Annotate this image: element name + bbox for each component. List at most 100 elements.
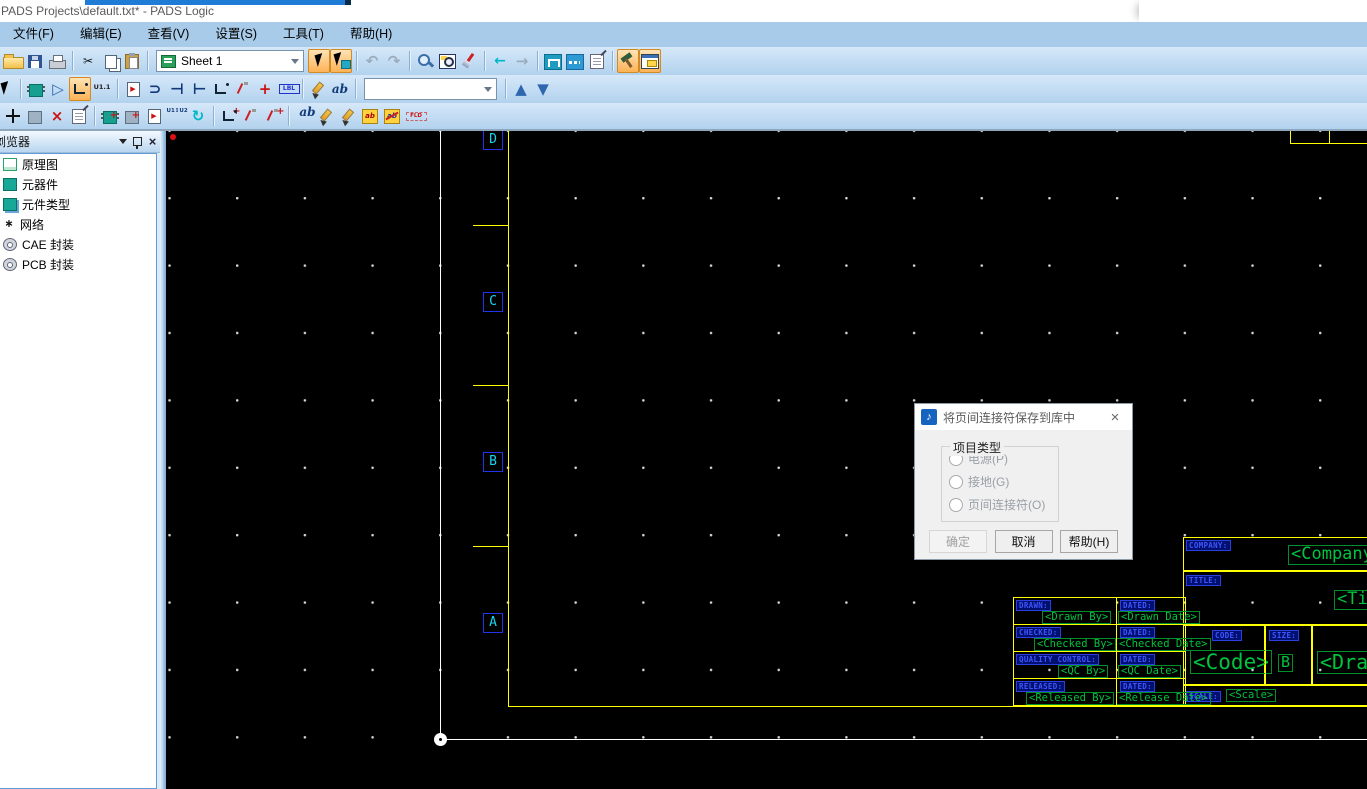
drawn-value: <Drawn By>	[1042, 611, 1112, 625]
wire-corner-button[interactable]	[210, 77, 232, 101]
toolbar-standard: ✂ Sheet 1 ↶ ↷ ← →	[0, 47, 1367, 75]
browser-item-cae-decals[interactable]: CAE 封装	[0, 234, 156, 254]
label-button[interactable]: LBL	[276, 77, 300, 101]
properties-button-2[interactable]	[68, 104, 90, 128]
size-label: SIZE:	[1269, 630, 1300, 641]
net-name-combo[interactable]	[364, 78, 497, 100]
move-down-button[interactable]: ▼	[532, 77, 554, 101]
title-block: COMPANY: <Company TITLE: <Tit CODE: <Cod…	[1013, 537, 1367, 706]
connection-select-button[interactable]	[330, 49, 352, 73]
row-tick-1	[473, 225, 508, 226]
panel-close-button[interactable]: ×	[145, 134, 160, 149]
new-sheet-button[interactable]: ▶	[143, 104, 165, 128]
browser-item-pcb-decals[interactable]: PCB 封装	[0, 254, 156, 274]
separator	[143, 49, 152, 73]
next-sheet-button[interactable]: →	[511, 49, 533, 73]
swap-pin-button[interactable]	[240, 104, 262, 128]
db-text-button[interactable]: ab	[359, 104, 381, 128]
text-button[interactable]: ab	[329, 77, 351, 101]
schematic-canvas[interactable]: D C B A COMPANY: <Company TITLE: <Tit CO…	[166, 131, 1367, 789]
junction-button[interactable]: +	[254, 77, 276, 101]
angled-wire-button[interactable]	[232, 77, 254, 101]
browser-item-components[interactable]: 元器件	[0, 174, 156, 194]
move-up-button[interactable]: ▲	[510, 77, 532, 101]
separator	[90, 104, 99, 128]
pads-layout-button[interactable]	[639, 49, 661, 73]
route-mode-button[interactable]	[564, 49, 586, 73]
copy-button[interactable]	[99, 49, 121, 73]
zoom-button[interactable]	[414, 49, 436, 73]
cancel-button[interactable]: 取消	[994, 530, 1053, 553]
delete-button[interactable]: ×	[46, 104, 68, 128]
field-label-button[interactable]	[307, 77, 329, 101]
title-bar[interactable]: PADS Projects\default.txt* - PADS Logic	[0, 0, 1367, 22]
redo-button[interactable]: ↷	[383, 49, 405, 73]
print-button[interactable]	[46, 49, 68, 73]
dialog-title: 将页间连接符保存到库中	[943, 410, 1076, 425]
move-button[interactable]	[2, 104, 24, 128]
save-button[interactable]	[24, 49, 46, 73]
released-row: RELEASED: <Released By> DATED: <Release …	[1013, 678, 1211, 706]
u11-pin-button[interactable]: U1.1	[91, 77, 113, 101]
separator	[284, 104, 293, 128]
previous-sheet-button[interactable]: ←	[489, 49, 511, 73]
menu-file[interactable]: 文件(F)	[0, 22, 67, 47]
menu-edit[interactable]: 编辑(E)	[67, 22, 135, 47]
pin-right-button[interactable]: ⊣	[188, 77, 210, 101]
select-pointer-button[interactable]	[0, 77, 16, 101]
sheet-selector[interactable]: Sheet 1	[156, 50, 304, 72]
add-gate-b-button[interactable]: +	[99, 104, 121, 128]
panel-header: 浏览器 ×	[0, 131, 160, 153]
rotate-button[interactable]: ↻	[187, 104, 209, 128]
menu-help[interactable]: 帮助(H)	[337, 22, 405, 47]
browser-item-nets[interactable]: ∗ 网络	[0, 214, 156, 234]
db-edit-button[interactable]: ab	[381, 104, 403, 128]
panel-menu-button[interactable]	[115, 134, 130, 149]
edit-text-button[interactable]	[315, 104, 337, 128]
renumber-pin-button[interactable]: +	[262, 104, 285, 128]
window-title: PADS Projects\default.txt* - PADS Logic	[1, 4, 214, 18]
selection-mode-button[interactable]	[308, 49, 330, 73]
add-connection-button[interactable]	[542, 49, 564, 73]
help-button[interactable]: 帮助(H)	[1060, 530, 1118, 553]
ok-button[interactable]: 确定	[929, 530, 987, 553]
browser-item-part-types[interactable]: 元件类型	[0, 194, 156, 214]
page-connector-button[interactable]: ▶	[122, 77, 144, 101]
open-button[interactable]	[2, 49, 24, 73]
add-part-button[interactable]	[25, 77, 47, 101]
paste-button[interactable]	[121, 49, 143, 73]
radio-ground[interactable]: 接地(G)	[942, 470, 1058, 493]
panel-title: 浏览器	[0, 135, 31, 149]
fld-button[interactable]: FLD	[403, 104, 427, 128]
pads-router-button[interactable]	[617, 49, 639, 73]
gate-symbol-button[interactable]: ⊃	[144, 77, 166, 101]
drawing-value: <Drawi	[1317, 651, 1367, 674]
swap-reference-button[interactable]: U1↕U2	[165, 104, 188, 128]
add-wire-button[interactable]	[69, 77, 91, 101]
browser-item-schematic[interactable]: 原理图	[0, 154, 156, 174]
radio-offpage[interactable]: 页间连接符(O)	[942, 493, 1058, 516]
pin-left-button[interactable]: ⊣	[166, 77, 188, 101]
change-text-button[interactable]: ab	[293, 104, 315, 128]
copy-gate-button[interactable]: +	[121, 104, 143, 128]
redraw-button[interactable]	[458, 49, 480, 73]
board-view-button[interactable]	[436, 49, 458, 73]
dialog-close-button[interactable]: ×	[1104, 409, 1126, 426]
add-pin-button[interactable]: +	[218, 104, 241, 128]
separator	[608, 49, 617, 73]
properties-button[interactable]	[586, 49, 608, 73]
origin-marker	[434, 733, 447, 746]
edit-field-button[interactable]	[337, 104, 359, 128]
menu-setup[interactable]: 设置(S)	[202, 22, 270, 47]
menu-view[interactable]: 查看(V)	[135, 22, 203, 47]
add-gate-button[interactable]: ▷	[47, 77, 69, 101]
undo-button[interactable]: ↶	[361, 49, 383, 73]
qc-label: QUALITY CONTROL:	[1016, 654, 1100, 665]
dialog-title-bar[interactable]: ♪ 将页间连接符保存到库中 ×	[915, 404, 1132, 430]
swap-gate-button[interactable]	[24, 104, 46, 128]
sheet-border-bottom	[508, 706, 1367, 707]
company-label: COMPANY:	[1186, 540, 1231, 551]
menu-tools[interactable]: 工具(T)	[270, 22, 337, 47]
panel-pin-button[interactable]	[130, 134, 145, 149]
cut-button[interactable]: ✂	[77, 49, 99, 73]
